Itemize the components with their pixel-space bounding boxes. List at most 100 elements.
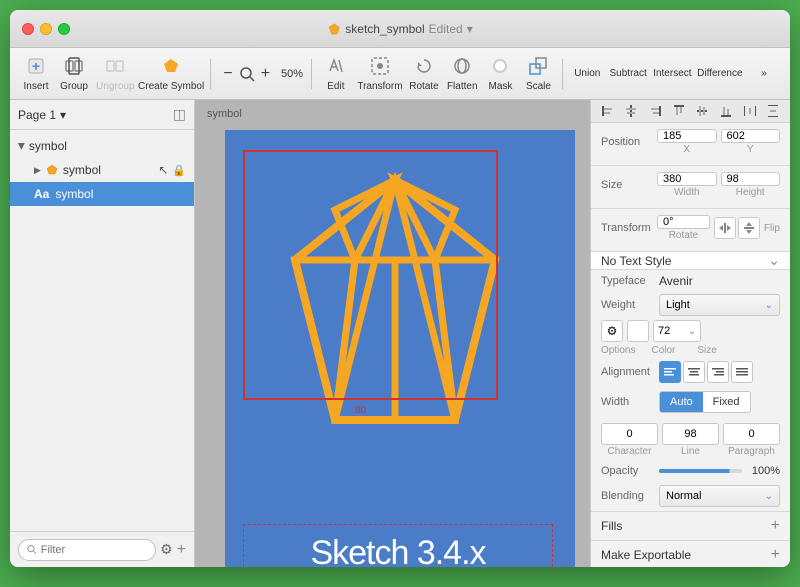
zoom-minus[interactable]: − bbox=[220, 65, 235, 83]
rotate-field[interactable] bbox=[657, 215, 710, 229]
close-button[interactable] bbox=[22, 23, 34, 35]
options-sublabel: Options bbox=[601, 345, 635, 356]
font-size-chevron[interactable]: ⌄ bbox=[688, 326, 696, 337]
align-bottom-button[interactable] bbox=[715, 100, 737, 122]
text-style-chevron[interactable]: ⌄ bbox=[768, 252, 780, 269]
zoom-percent[interactable]: 50% bbox=[279, 68, 305, 80]
blending-value: Normal bbox=[666, 490, 701, 502]
y-input[interactable] bbox=[727, 130, 775, 142]
height-field[interactable] bbox=[721, 172, 781, 186]
width-row-label: Width bbox=[601, 396, 653, 408]
mask-button[interactable]: Mask bbox=[482, 52, 518, 96]
font-size-field[interactable]: ⌄ bbox=[653, 320, 701, 342]
scale-icon bbox=[528, 56, 548, 79]
align-center-h-button[interactable] bbox=[621, 100, 643, 122]
group-button[interactable]: Group bbox=[56, 52, 92, 96]
x-input[interactable] bbox=[663, 130, 711, 142]
subtract-button[interactable]: Subtract bbox=[607, 64, 649, 83]
canvas-area[interactable]: symbol bbox=[195, 100, 590, 567]
ungroup-button[interactable]: Ungroup bbox=[94, 52, 137, 96]
align-left-text-button[interactable] bbox=[659, 361, 681, 383]
line-spacing-label: Line bbox=[681, 446, 700, 457]
weight-label: Weight bbox=[601, 299, 653, 311]
height-input[interactable] bbox=[727, 173, 775, 185]
distribute-v-button[interactable] bbox=[762, 100, 784, 122]
y-field[interactable] bbox=[721, 129, 781, 143]
align-right-button[interactable] bbox=[644, 100, 666, 122]
width-auto-option[interactable]: Auto bbox=[660, 392, 703, 412]
color-sublabel: Color bbox=[651, 345, 675, 356]
page-chevron[interactable]: ▾ bbox=[60, 108, 66, 122]
layer-text-name: symbol bbox=[55, 187, 186, 201]
font-color-swatch[interactable] bbox=[627, 320, 649, 342]
align-top-button[interactable] bbox=[668, 100, 690, 122]
rotate-input[interactable] bbox=[663, 216, 704, 228]
align-left-button[interactable] bbox=[597, 100, 619, 122]
fills-add-button[interactable]: + bbox=[771, 517, 780, 535]
create-symbol-button[interactable]: Create Symbol bbox=[139, 52, 204, 96]
opacity-slider[interactable] bbox=[659, 469, 742, 473]
edit-button[interactable]: Edit bbox=[318, 52, 354, 96]
intersect-button[interactable]: Intersect bbox=[651, 64, 694, 83]
union-button[interactable]: Union bbox=[569, 64, 605, 83]
artboard[interactable]: 80 Sketch 3.4.x bbox=[225, 130, 575, 567]
align-justify-text-button[interactable] bbox=[731, 361, 753, 383]
width-input[interactable] bbox=[663, 173, 711, 185]
fullscreen-button[interactable] bbox=[58, 23, 70, 35]
edit-icon bbox=[326, 56, 346, 79]
font-options-button[interactable]: ⚙ bbox=[601, 320, 623, 342]
minimize-button[interactable] bbox=[40, 23, 52, 35]
group-chevron: ▶ bbox=[16, 143, 27, 150]
flatten-button[interactable]: Flatten bbox=[444, 52, 480, 96]
layer-settings-icon[interactable]: ⚙ bbox=[160, 541, 173, 558]
x-label: X bbox=[657, 144, 717, 155]
insert-button[interactable]: + Insert bbox=[18, 52, 54, 96]
typeface-value[interactable]: Avenir bbox=[659, 274, 693, 288]
dimension-label: 80 bbox=[355, 405, 366, 416]
more-button[interactable]: » bbox=[746, 64, 782, 83]
rotate-button[interactable]: Rotate bbox=[406, 52, 442, 96]
align-right-text-button[interactable] bbox=[707, 361, 729, 383]
weight-select[interactable]: Light ⌄ bbox=[659, 294, 780, 316]
search-input[interactable] bbox=[41, 544, 147, 556]
difference-button[interactable]: Difference bbox=[696, 64, 744, 83]
distribute-h-button[interactable] bbox=[739, 100, 761, 122]
x-field[interactable] bbox=[657, 129, 717, 143]
width-fixed-option[interactable]: Fixed bbox=[703, 392, 750, 412]
align-center-v-button[interactable] bbox=[692, 100, 714, 122]
character-spacing-input[interactable] bbox=[601, 423, 658, 445]
scale-button[interactable]: Scale bbox=[520, 52, 556, 96]
blending-label: Blending bbox=[601, 490, 653, 502]
width-field[interactable] bbox=[657, 172, 717, 186]
layer-item-shape[interactable]: ▶ symbol ↖ 🔒 bbox=[10, 158, 194, 182]
layer-item-text[interactable]: Aa symbol bbox=[10, 182, 194, 206]
title-chevron[interactable]: ▾ bbox=[467, 22, 473, 36]
width-toggle[interactable]: Auto Fixed bbox=[659, 391, 751, 413]
layer-group-symbol[interactable]: ▶ symbol bbox=[10, 134, 194, 158]
flip-h-button[interactable] bbox=[714, 217, 736, 239]
line-spacing-input[interactable] bbox=[662, 423, 719, 445]
size-fields: Width Height bbox=[657, 172, 780, 198]
font-size-input[interactable] bbox=[658, 325, 686, 337]
paragraph-spacing-input[interactable] bbox=[723, 423, 780, 445]
text-style-row[interactable]: No Text Style ⌄ bbox=[591, 252, 790, 270]
page-label[interactable]: Page 1 bbox=[18, 108, 56, 122]
transform-button[interactable]: Transform bbox=[356, 52, 404, 96]
app-window: sketch_symbol Edited ▾ + Insert bbox=[10, 10, 790, 567]
exportable-add-button[interactable]: + bbox=[771, 546, 780, 564]
subtract-label: Subtract bbox=[610, 68, 647, 79]
sidebar-expand-button[interactable]: ◫ bbox=[173, 106, 186, 123]
rotate-field-group: Rotate bbox=[657, 215, 710, 241]
create-symbol-icon bbox=[161, 56, 181, 79]
blending-select[interactable]: Normal ⌄ bbox=[659, 485, 780, 507]
toolbar-sep-2 bbox=[311, 59, 312, 89]
zoom-plus[interactable]: + bbox=[258, 65, 273, 83]
zoom-icon bbox=[238, 65, 256, 83]
height-field-group: Height bbox=[721, 172, 781, 198]
search-box[interactable] bbox=[18, 539, 156, 561]
flip-v-button[interactable] bbox=[738, 217, 760, 239]
layer-add-icon[interactable]: + bbox=[177, 541, 186, 559]
more-label: » bbox=[761, 68, 767, 79]
align-center-text-button[interactable] bbox=[683, 361, 705, 383]
inspector-panel: Position X Y bbox=[590, 100, 790, 567]
